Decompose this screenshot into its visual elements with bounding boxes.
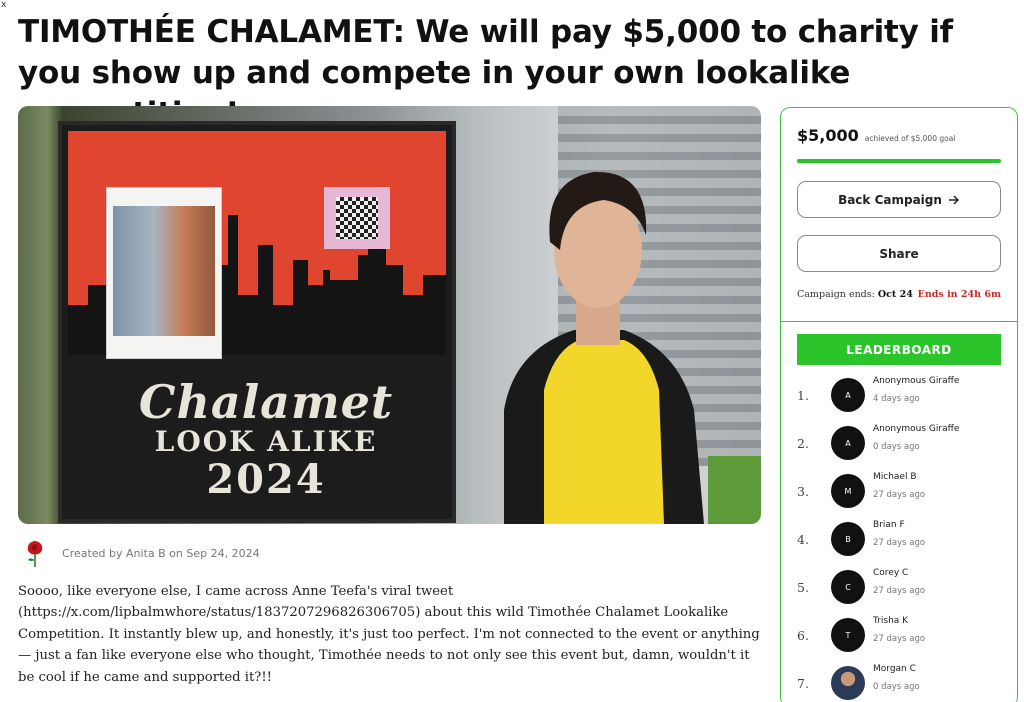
avatar: A	[831, 378, 865, 412]
sidebar-divider	[781, 321, 1017, 322]
backer-time: 27 days ago	[873, 538, 926, 548]
leaderboard-list: 1. A Anonymous Giraffe 4 days ago 2. A A…	[797, 374, 1001, 702]
arrow-right-icon	[948, 194, 959, 205]
avatar: T	[831, 618, 865, 652]
leaderboard-row: 6. T Trisha K 27 days ago	[797, 614, 1001, 662]
backer-time: 4 days ago	[873, 394, 920, 404]
corner-mark: x	[1, 0, 7, 10]
leaderboard-row: 5. C Corey C 27 days ago	[797, 566, 1001, 614]
avatar: A	[831, 426, 865, 460]
goal-text: achieved of $5,000 goal	[864, 134, 956, 143]
progress-fill	[797, 159, 1001, 163]
sign-logo-line3: 2024	[206, 456, 326, 503]
leaderboard-row: 3. M Michael B 27 days ago	[797, 470, 1001, 518]
lookalike-sign-board: Chalamet LOOK ALIKE 2024	[58, 121, 456, 523]
leaderboard-rank: 5.	[797, 580, 809, 595]
sign-logo-line2: LOOK ALIKE	[154, 425, 378, 458]
leaderboard-row: 2. A Anonymous Giraffe 0 days ago	[797, 422, 1001, 470]
leaderboard-rank: 4.	[797, 532, 809, 547]
backer-time: 0 days ago	[873, 682, 920, 692]
avatar	[831, 666, 865, 700]
backer-time: 0 days ago	[873, 442, 920, 452]
sign-logo: Chalamet LOOK ALIKE 2024	[126, 375, 406, 503]
leaderboard-rank: 2.	[797, 436, 809, 451]
ends-countdown: Ends in 24h 6m	[917, 289, 1001, 300]
avatar: B	[831, 522, 865, 556]
back-campaign-button[interactable]: Back Campaign	[797, 181, 1001, 218]
campaign-end-info: Campaign ends: Oct 24 Ends in 24h 6m	[797, 289, 1001, 300]
campaign-sidebar: $5,000 achieved of $5,000 goal Back Camp…	[780, 107, 1018, 702]
backer-time: 27 days ago	[873, 586, 926, 596]
creator-info: Created by Anita B on Sep 24, 2024	[22, 538, 260, 568]
rose-icon	[27, 541, 43, 567]
backer-name: Brian F	[873, 520, 905, 530]
person-photo	[504, 171, 704, 524]
sign-logo-line1: Chalamet	[138, 375, 394, 429]
backer-time: 27 days ago	[873, 490, 926, 500]
backer-name: Michael B	[873, 472, 917, 482]
backer-name: Corey C	[873, 568, 909, 578]
backer-name: Anonymous Giraffe	[873, 424, 960, 434]
backer-name: Morgan C	[873, 664, 916, 674]
avatar: C	[831, 570, 865, 604]
leaderboard-row: 4. B Brian F 27 days ago	[797, 518, 1001, 566]
campaign-description: Soooo, like everyone else, I came across…	[18, 584, 760, 685]
ends-label: Campaign ends:	[797, 289, 875, 300]
back-campaign-label: Back Campaign	[838, 192, 942, 207]
ends-date: Oct 24	[877, 289, 913, 300]
share-button[interactable]: Share	[797, 235, 1001, 272]
leaderboard-rank: 3.	[797, 484, 809, 499]
leaderboard-rank: 7.	[797, 676, 809, 691]
hero-image: Chalamet LOOK ALIKE 2024	[18, 106, 761, 524]
leaderboard-rank: 1.	[797, 388, 809, 403]
funding-amount: $5,000 achieved of $5,000 goal	[797, 126, 955, 145]
backer-name: Trisha K	[873, 616, 909, 626]
amount-raised: $5,000	[797, 126, 859, 145]
share-label: Share	[879, 246, 919, 261]
backer-time: 27 days ago	[873, 634, 926, 644]
leaderboard-row: 1. A Anonymous Giraffe 4 days ago	[797, 374, 1001, 422]
tweet-photo	[113, 206, 215, 336]
qr-code-sticker	[324, 187, 390, 249]
leaderboard-rank: 6.	[797, 628, 809, 643]
backer-name: Anonymous Giraffe	[873, 376, 960, 386]
creator-text: Created by Anita B on Sep 24, 2024	[62, 546, 260, 560]
leaderboard-header: LEADERBOARD	[797, 334, 1001, 365]
avatar: M	[831, 474, 865, 508]
leaderboard-row: 7. Morgan C 0 days ago	[797, 662, 1001, 702]
progress-bar	[797, 159, 1001, 163]
tweet-printout	[106, 187, 222, 359]
